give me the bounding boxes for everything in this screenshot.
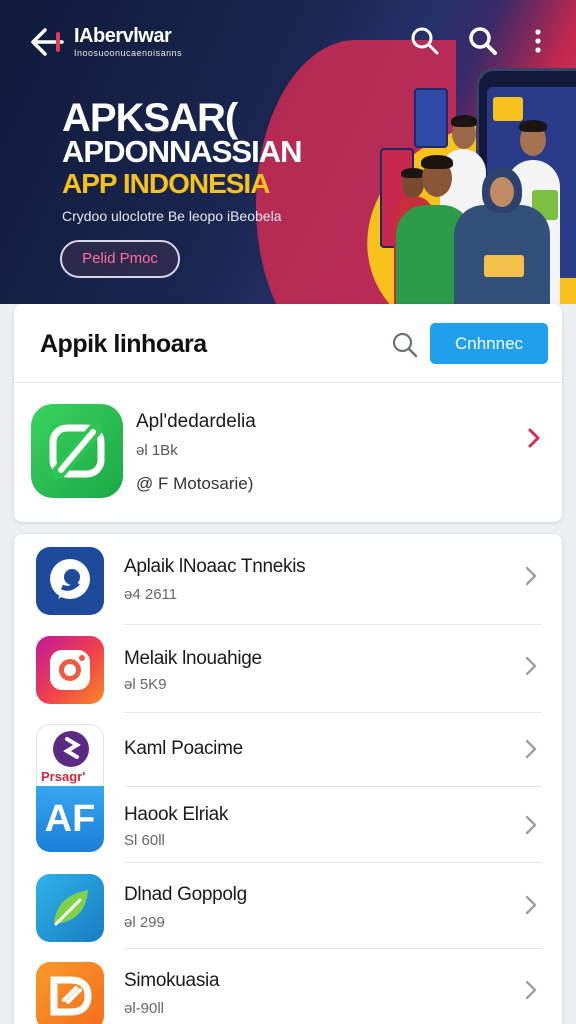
leaf-icon	[36, 874, 104, 942]
list-item[interactable]: Prsagr' Kaml Poacime	[14, 712, 562, 787]
app-meta: ǝl 299	[124, 914, 165, 931]
search-button-secondary[interactable]	[468, 26, 498, 56]
list-item[interactable]: Dlnad Goppolg ǝl 299	[14, 862, 562, 949]
app-list: Aplaik lNoaac Tnnekis ǝ4 2611 Melaik lno…	[14, 534, 562, 1024]
hero-cta-button[interactable]: Pelid Pmoc	[60, 240, 180, 278]
green-slash-app-icon	[49, 423, 105, 479]
section-title: Appik linhoara	[40, 330, 207, 358]
chevron-right-icon	[525, 980, 537, 1000]
back-arrow-icon	[31, 28, 64, 56]
hero-banner: IAbervlwar Inoosuoonucaenoisanns APKSAR(…	[0, 0, 576, 304]
af-icon: AF	[36, 786, 104, 852]
featured-app-name: Apl'dedardelia	[136, 411, 256, 432]
brand-name: IAbervlwar	[74, 25, 172, 47]
search-icon	[469, 27, 497, 55]
top-bar: IAbervlwar Inoosuoonucaenoisanns	[0, 0, 576, 84]
list-item[interactable]: Simokuasia ǝl-90ll	[14, 948, 562, 1024]
af-icon-text: AF	[44, 798, 96, 840]
list-item[interactable]: Aplaik lNoaac Tnnekis ǝ4 2611	[14, 534, 562, 625]
chevron-right-icon	[525, 739, 537, 759]
hero-subtitle: Crydoo uloclotre Be leopo iBeobela	[62, 208, 282, 224]
featured-app-developer: @ F Motosarie)	[136, 474, 254, 493]
app-meta: ǝl-90ll	[124, 1000, 165, 1017]
hero-mini-card	[414, 88, 448, 148]
chevron-right-icon	[525, 566, 537, 586]
connect-button[interactable]: Cnhnnec	[430, 323, 548, 364]
chevron-right-icon	[525, 656, 537, 676]
section-search-button[interactable]	[390, 330, 420, 360]
hero-line-1: APKSAR(	[62, 96, 238, 140]
back-button[interactable]	[28, 26, 64, 58]
app-title: Dlnad Goppolg	[124, 884, 247, 905]
chevron-right-icon	[525, 815, 537, 835]
hero-line-3: APP INDONESIA	[62, 168, 270, 199]
divider	[14, 382, 562, 383]
search-icon	[392, 332, 418, 358]
app-icon-caption: Prsagr'	[41, 769, 86, 784]
orange-d-icon	[36, 962, 104, 1024]
search-icon	[411, 27, 439, 55]
purple-app-icon: Prsagr'	[36, 724, 104, 786]
list-item[interactable]: Melaik lnouahige ǝl 5K9	[14, 624, 562, 713]
chevron-right-icon	[528, 428, 540, 448]
featured-section-card: Appik linhoara Cnhnnec Apl'dedardelia ǝl…	[14, 304, 562, 522]
camera-icon	[36, 636, 104, 704]
app-meta: ǝl 5K9	[124, 676, 167, 693]
hero-headline: APKSAR( APDONNASSIAN APP INDONESIA Crydo…	[62, 96, 302, 224]
app-meta: Sl 60ll	[124, 832, 165, 849]
app-title: Simokuasia	[124, 970, 220, 991]
blue-chat-icon	[36, 547, 104, 615]
app-title: Kaml Poacime	[124, 738, 243, 759]
brand-tagline: Inoosuoonucaenoisanns	[74, 48, 183, 58]
hero-line-2: APDONNASSIAN	[62, 134, 302, 169]
chevron-right-icon	[525, 895, 537, 915]
brand-logo: IAbervlwar Inoosuoonucaenoisanns	[74, 26, 182, 58]
featured-app-icon	[31, 404, 123, 498]
app-title: Aplaik lNoaac Tnnekis	[124, 556, 306, 577]
more-vertical-icon	[535, 29, 541, 53]
search-button[interactable]	[410, 26, 440, 56]
app-title: Haook Elriak	[124, 804, 229, 825]
app-title: Melaik lnouahige	[124, 648, 262, 669]
featured-app-meta: ǝl 1Bk	[136, 442, 178, 459]
list-item[interactable]: AF Haook Elriak Sl 60ll	[14, 786, 562, 863]
app-meta: ǝ4 2611	[124, 586, 178, 603]
more-menu-button[interactable]	[528, 26, 548, 56]
